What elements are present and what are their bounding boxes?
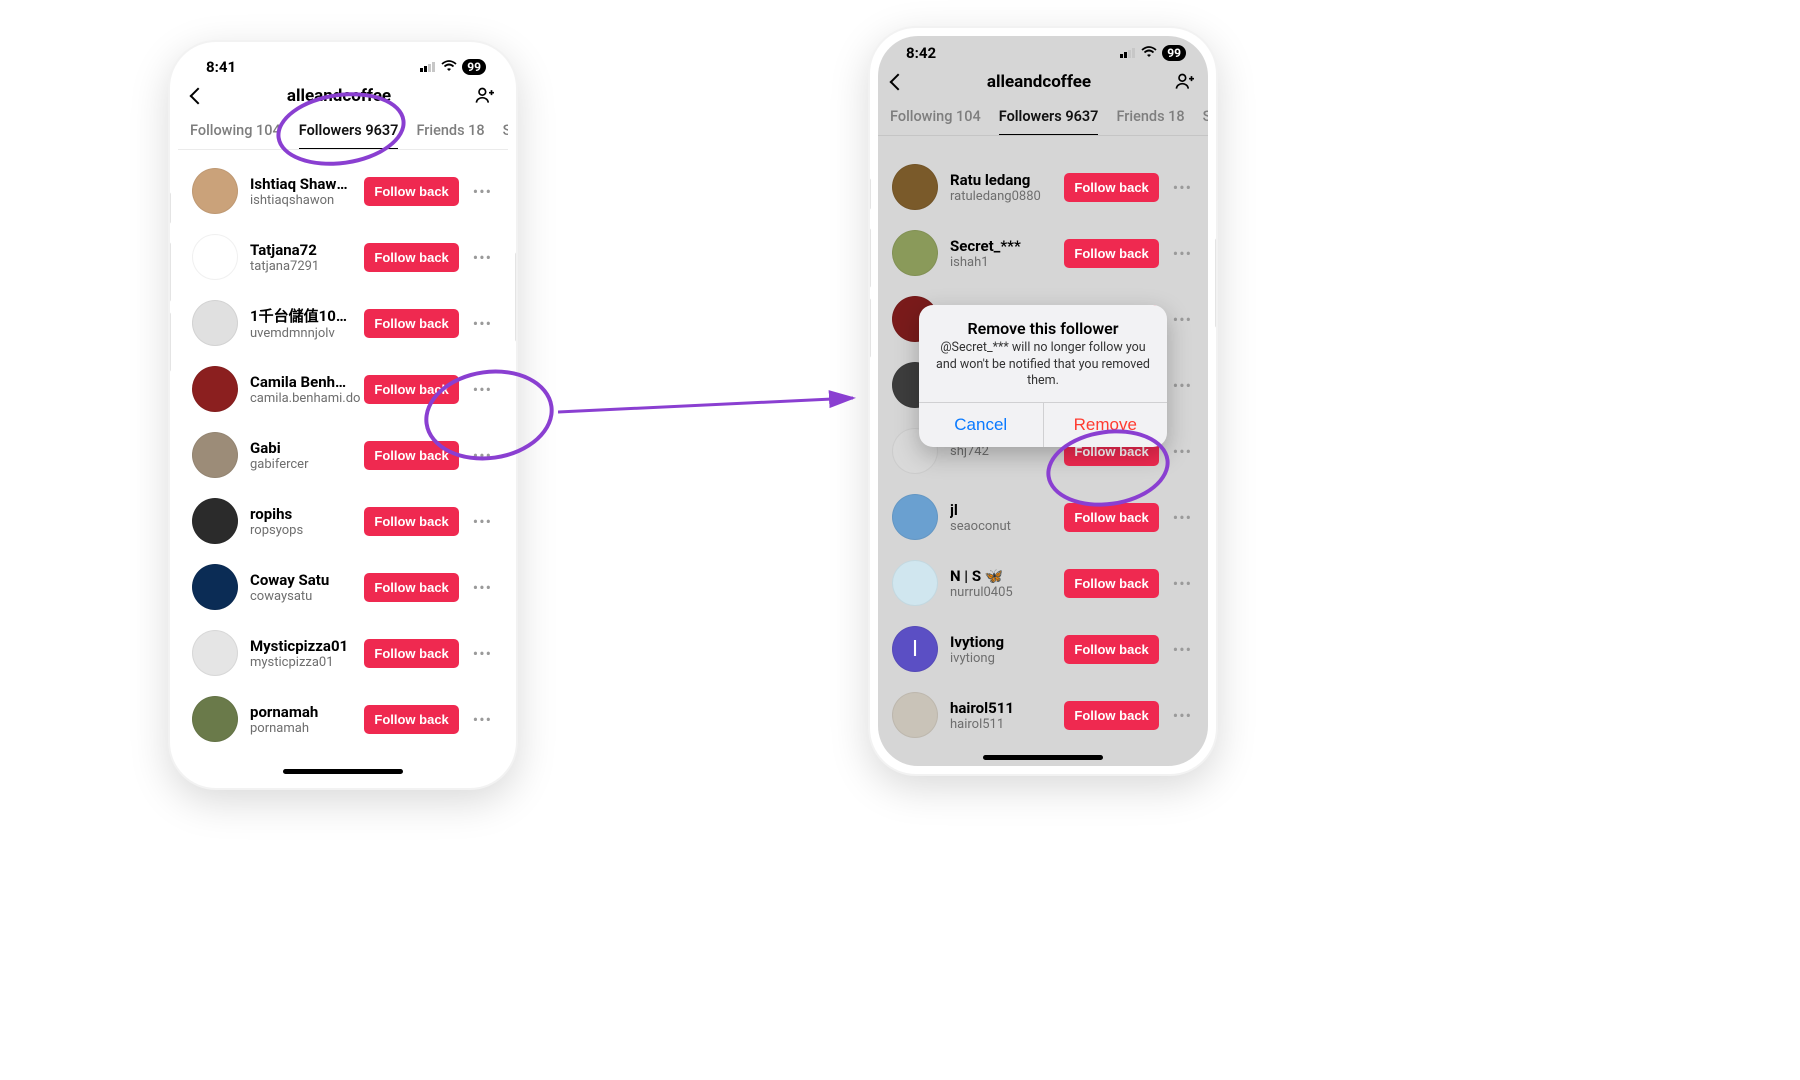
avatar[interactable] [192,234,238,280]
more-options-icon[interactable]: ••• [471,644,494,663]
phone-side-button [168,242,171,302]
tab-suggested[interactable]: Sug [503,116,508,149]
follower-row: pornamahpornamah Follow back ••• [178,686,508,752]
phone-side-button [168,312,171,372]
signal-icon [420,58,436,76]
follower-handle: uvemdmnnjolv [250,326,352,341]
follower-display-name: Mysticpizza01 [250,637,352,655]
follower-display-name: Tatjana72 [250,241,352,259]
follower-handle: gabifercer [250,457,352,472]
follow-back-button[interactable]: Follow back [364,705,458,734]
more-options-icon[interactable]: ••• [471,710,494,729]
follow-back-button[interactable]: Follow back [364,573,458,602]
remove-follower-dialog: Remove this follower @Secret_*** will no… [919,305,1167,448]
follower-names[interactable]: Camila Benhami Dos…camila.benhami.do [250,373,352,406]
follower-row: 1千台儲值10萬金幣…uvemdmnnjolv Follow back ••• [178,290,508,356]
follower-names[interactable]: 1千台儲值10萬金幣…uvemdmnnjolv [250,305,352,341]
screen: 8:42 99 alleandcoffee Following 104 Foll… [878,36,1208,766]
tab-following[interactable]: Following 104 [190,116,281,149]
follower-row: ropihsropsyops Follow back ••• [178,488,508,554]
more-options-icon[interactable]: ••• [471,182,494,201]
status-bar: 8:41 99 [178,50,508,78]
follower-names[interactable]: ropihsropsyops [250,505,352,538]
back-icon[interactable] [192,87,204,106]
follower-display-name: Coway Satu [250,571,352,589]
follower-names[interactable]: pornamahpornamah [250,703,352,736]
annotation-arrow [558,390,868,430]
follow-back-button[interactable]: Follow back [364,309,458,338]
follower-row: Mysticpizza01mysticpizza01 Follow back ••• [178,620,508,686]
follower-names[interactable]: Coway Satucowaysatu [250,571,352,604]
follower-display-name: Gabi [250,439,352,457]
follower-handle: ropsyops [250,523,352,538]
follower-handle: mysticpizza01 [250,655,352,670]
dialog-title: Remove this follower [919,305,1167,340]
follower-display-name: ropihs [250,505,352,523]
follow-back-button[interactable]: Follow back [364,243,458,272]
avatar[interactable] [192,432,238,478]
follower-handle: camila.benhami.do [250,391,352,406]
follower-names[interactable]: Tatjana72tatjana7291 [250,241,352,274]
follower-display-name: 1千台儲值10萬金幣… [250,305,352,326]
cancel-button[interactable]: Cancel [919,403,1044,447]
phone-side-button [515,252,518,342]
avatar[interactable] [192,366,238,412]
avatar[interactable] [192,630,238,676]
more-options-icon[interactable]: ••• [471,314,494,333]
follower-display-name: pornamah [250,703,352,721]
wifi-icon [441,58,457,76]
tab-friends[interactable]: Friends 18 [416,116,484,149]
follower-display-name: Camila Benhami Dos… [250,373,352,391]
follow-back-button[interactable]: Follow back [364,507,458,536]
more-options-icon[interactable]: ••• [471,578,494,597]
follow-back-button[interactable]: Follow back [364,639,458,668]
follower-row: Ishtiaq Shawonishtiaqshawon Follow back ••… [178,158,508,224]
avatar[interactable] [192,168,238,214]
avatar[interactable] [192,696,238,742]
follower-row: Coway Satucowaysatu Follow back ••• [178,554,508,620]
follower-names[interactable]: Ishtiaq Shawonishtiaqshawon [250,175,352,208]
home-indicator[interactable] [283,769,403,774]
follower-display-name: Ishtiaq Shawon [250,175,352,193]
status-right: 99 [420,58,486,76]
follower-handle: ishtiaqshawon [250,193,352,208]
follower-handle: tatjana7291 [250,259,352,274]
add-user-icon[interactable] [474,86,494,106]
battery-level: 99 [462,59,486,75]
modal-overlay: Remove this follower @Secret_*** will no… [878,36,1208,766]
follower-handle: pornamah [250,721,352,736]
followers-list: Ishtiaq Shawonishtiaqshawon Follow back ••… [178,150,508,780]
avatar[interactable] [192,564,238,610]
phone-side-button [168,192,171,224]
follower-handle: cowaysatu [250,589,352,604]
phone-side-button [868,178,871,210]
phone-right: 8:42 99 alleandcoffee Following 104 Foll… [868,26,1218,776]
follower-row: Tatjana72tatjana7291 Follow back ••• [178,224,508,290]
follow-back-button[interactable]: Follow back [364,177,458,206]
phone-side-button [868,228,871,288]
avatar[interactable] [192,300,238,346]
follower-names[interactable]: Gabigabifercer [250,439,352,472]
more-options-icon[interactable]: ••• [471,512,494,531]
more-options-icon[interactable]: ••• [471,248,494,267]
phone-side-button [868,298,871,358]
status-time: 8:41 [206,58,236,76]
phone-side-button [1215,238,1218,328]
follower-names[interactable]: Mysticpizza01mysticpizza01 [250,637,352,670]
avatar[interactable] [192,498,238,544]
dialog-body: @Secret_*** will no longer follow you an… [919,340,1167,403]
